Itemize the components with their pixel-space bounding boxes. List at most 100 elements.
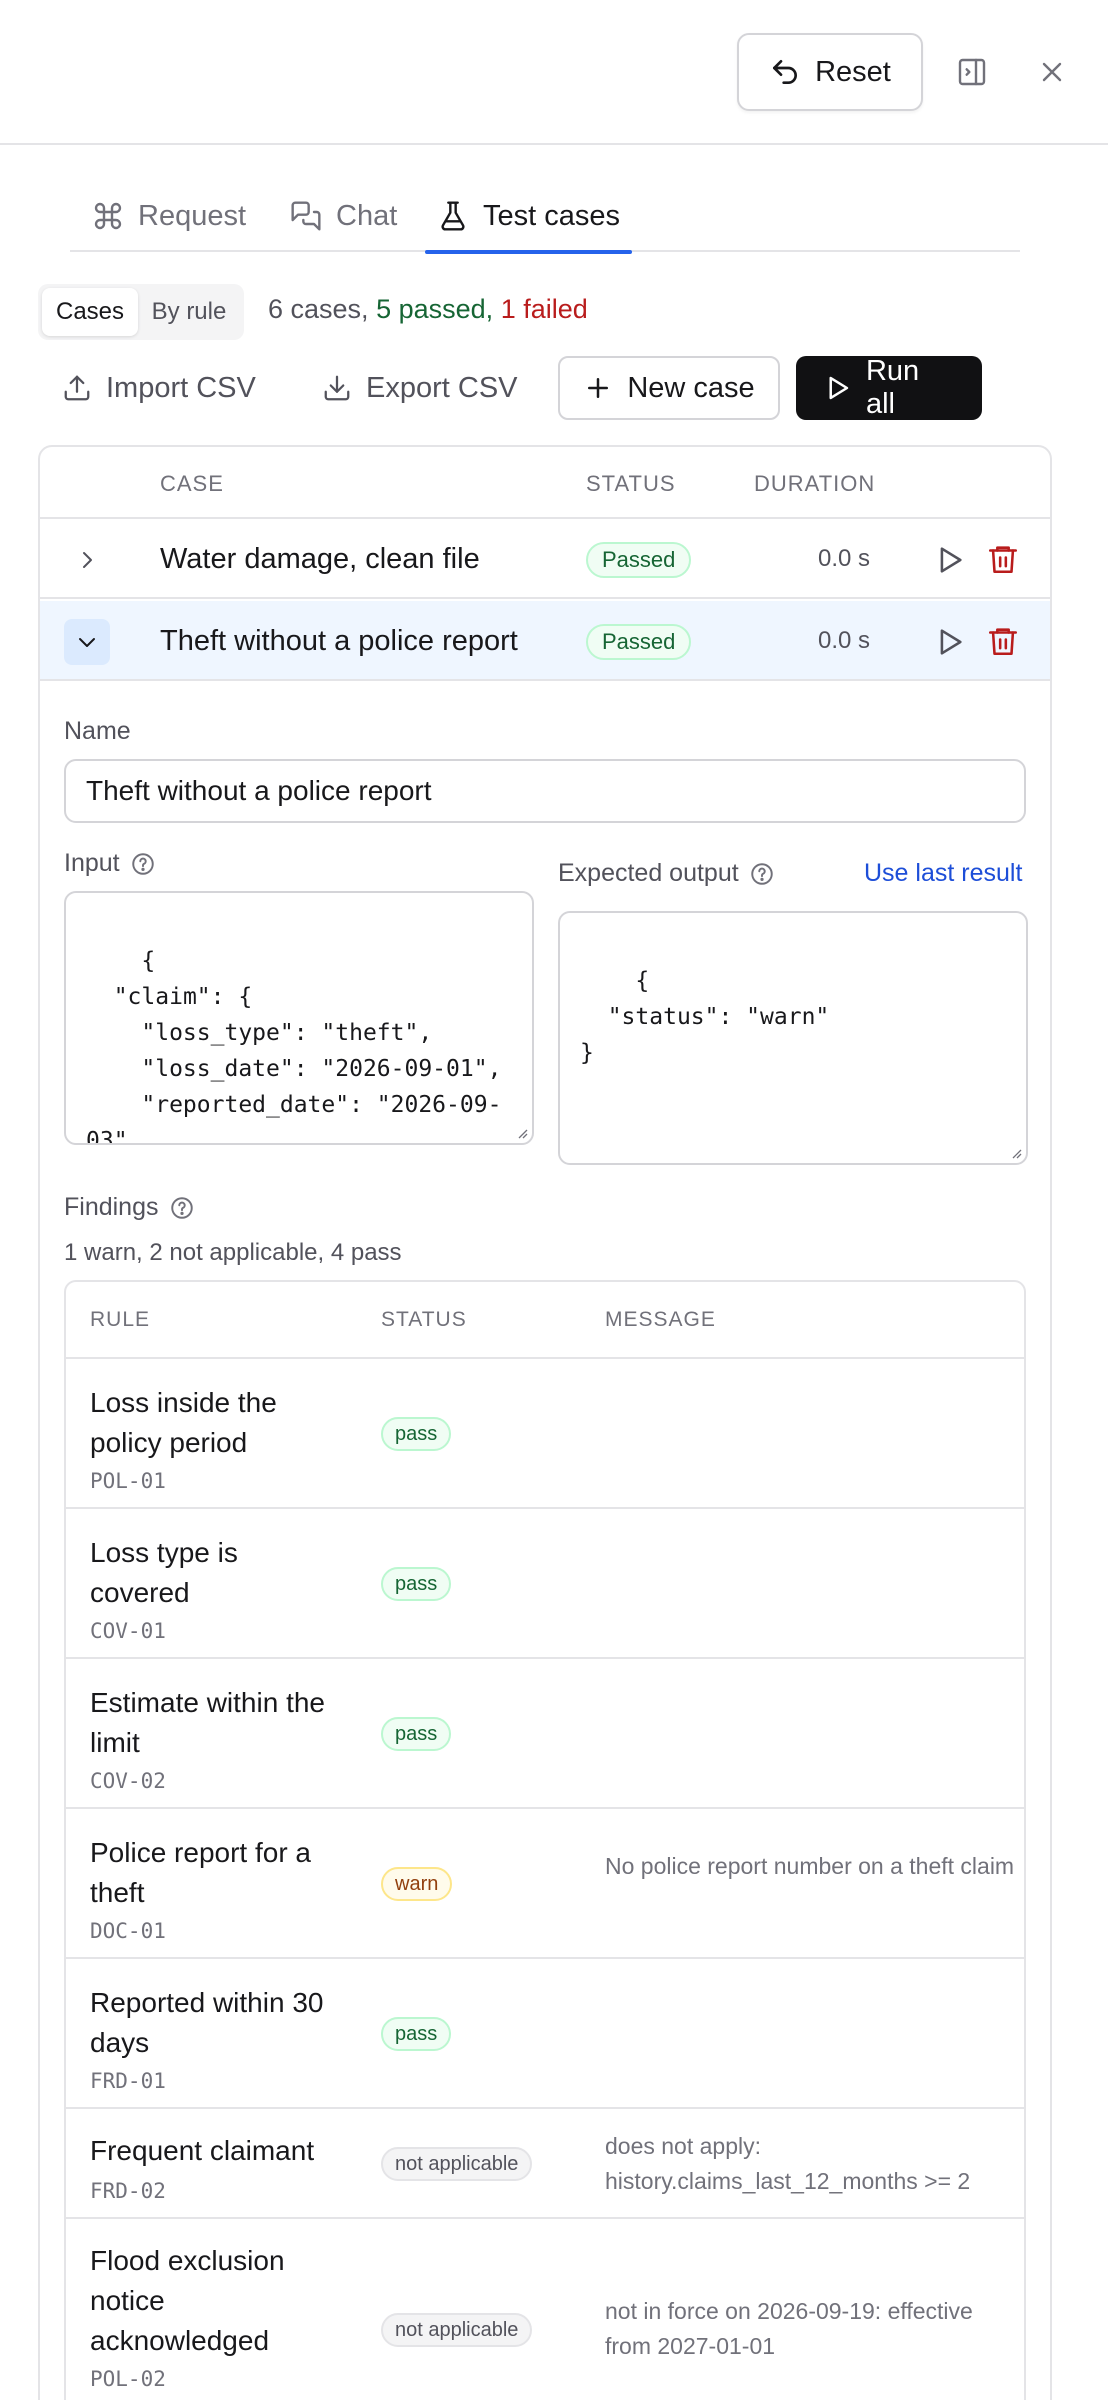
input-label-text: Input xyxy=(64,849,120,877)
tab-test-cases-label: Test cases xyxy=(483,199,620,232)
finding-message: not in force on 2026-09-19: effective fr… xyxy=(605,2298,973,2359)
table-row[interactable]: Water damage, clean file Passed 0.0 s xyxy=(40,519,1050,599)
tab-chat[interactable]: Chat xyxy=(278,180,409,252)
header-duration: DURATION xyxy=(754,471,876,496)
play-icon xyxy=(829,376,849,400)
rule-code: FRD-02 xyxy=(90,2179,166,2203)
rule-name: Loss type is covered xyxy=(90,1537,238,1608)
tab-request[interactable]: Request xyxy=(80,180,258,252)
new-case-button[interactable]: New case xyxy=(558,356,780,420)
use-last-result-link[interactable]: Use last result xyxy=(864,859,1022,888)
rule-name: Frequent claimant xyxy=(90,2135,315,2166)
name-label: Name xyxy=(64,717,131,745)
findings-header-status: STATUS xyxy=(381,1308,467,1331)
panel-icon xyxy=(958,58,986,86)
findings-label-text: Findings xyxy=(64,1193,159,1221)
trash-icon[interactable] xyxy=(986,541,1020,577)
collapse-button[interactable] xyxy=(64,619,110,665)
run-case-icon[interactable] xyxy=(932,625,966,659)
import-csv-label: Import CSV xyxy=(106,371,256,404)
finding-row: Loss type is covered COV-01 pass xyxy=(66,1507,1024,1657)
rule-name: Loss inside the policy period xyxy=(90,1387,277,1458)
finding-message: No police report number on a theft claim xyxy=(605,1853,1015,1879)
case-name: Water damage, clean file xyxy=(160,543,480,575)
tab-chat-label: Chat xyxy=(336,199,398,232)
input-label: Input xyxy=(64,849,156,878)
export-csv-label: Export CSV xyxy=(366,371,518,404)
run-case-icon[interactable] xyxy=(932,543,966,577)
input-json-textarea[interactable]: { "claim": { "loss_type": "theft", "loss… xyxy=(64,891,534,1145)
tab-test-cases[interactable]: Test cases xyxy=(425,180,632,254)
rule-name: Flood exclusion notice acknowledged xyxy=(90,2245,285,2356)
findings-header-message: MESSAGE xyxy=(605,1308,716,1331)
chat-icon xyxy=(291,201,321,231)
resize-handle-icon[interactable] xyxy=(514,1125,528,1139)
status-badge: warn xyxy=(381,1867,453,1901)
import-csv-button[interactable]: Import CSV xyxy=(62,356,256,420)
finding-row: Estimate within the limit COV-02 pass xyxy=(66,1657,1024,1807)
tab-request-label: Request xyxy=(138,199,247,232)
rule-name: Estimate within the limit xyxy=(90,1687,325,1758)
status-badge: Passed xyxy=(586,542,692,578)
findings-label: Findings xyxy=(64,1193,195,1222)
export-csv-button[interactable]: Export CSV xyxy=(322,356,518,420)
help-icon[interactable] xyxy=(749,861,775,887)
chevron-down-icon xyxy=(79,638,95,647)
rule-name: Reported within 30 days xyxy=(90,1987,324,2058)
rule-name: Police report for a theft xyxy=(90,1837,311,1908)
reset-button[interactable]: Reset xyxy=(737,33,923,111)
finding-message: does not apply: history.claims_last_12_m… xyxy=(605,2133,971,2194)
expand-button[interactable] xyxy=(64,537,110,583)
top-bar: Reset xyxy=(0,0,1108,145)
expected-output-textarea[interactable]: { "status": "warn" } xyxy=(558,911,1028,1165)
run-all-label: Run all xyxy=(865,355,920,420)
status-badge: pass xyxy=(381,1717,452,1751)
table-row[interactable]: Theft without a police report Passed 0.0… xyxy=(40,601,1050,681)
chevron-right-icon xyxy=(83,552,92,568)
duration: 0.0 s xyxy=(817,627,870,654)
finding-row: Loss inside the policy period POL-01 pas… xyxy=(66,1357,1024,1507)
plus-icon xyxy=(588,378,609,398)
help-icon[interactable] xyxy=(169,1195,195,1221)
case-name: Theft without a police report xyxy=(160,625,518,657)
duration: 0.0 s xyxy=(817,545,870,572)
header-case: CASE xyxy=(160,471,224,496)
summary-failed: 1 failed xyxy=(500,294,588,324)
status-badge: not applicable xyxy=(381,2147,533,2181)
download-icon xyxy=(324,375,350,401)
tab-bar: Request Chat Test cases xyxy=(70,180,1020,254)
cases-toggle[interactable]: Cases xyxy=(42,288,138,336)
help-icon[interactable] xyxy=(130,851,156,877)
case-summary: 6 cases, 5 passed, 1 failed xyxy=(268,294,588,325)
rule-code: FRD-01 xyxy=(90,2069,166,2093)
summary-passed: 5 passed, xyxy=(376,294,494,324)
resize-handle-icon[interactable] xyxy=(1008,1145,1022,1159)
finding-row: Police report for a theft DOC-01 warn No… xyxy=(66,1807,1024,1957)
finding-row: Frequent claimant FRD-02 not applicable … xyxy=(66,2107,1024,2217)
rule-code: POL-02 xyxy=(90,2367,166,2391)
view-toggle: Cases By rule xyxy=(38,284,244,340)
status-badge: pass xyxy=(381,2017,452,2051)
finding-row: Reported within 30 days FRD-01 pass xyxy=(66,1957,1024,2107)
trash-icon[interactable] xyxy=(986,623,1020,659)
by-rule-toggle[interactable]: By rule xyxy=(138,288,240,336)
rule-code: COV-02 xyxy=(90,1769,166,1793)
findings-summary: 1 warn, 2 not applicable, 4 pass xyxy=(64,1239,402,1266)
summary-total: 6 cases, xyxy=(268,294,369,324)
undo-icon xyxy=(773,60,798,84)
finding-row: Flood exclusion notice acknowledged POL-… xyxy=(66,2217,1024,2400)
expected-output-label: Expected output xyxy=(558,859,775,888)
status-badge: not applicable xyxy=(381,2313,533,2347)
close-icon xyxy=(1042,62,1062,82)
case-name-input[interactable]: Theft without a police report xyxy=(64,759,1026,823)
toggle-panel-button[interactable] xyxy=(950,50,994,94)
expected-output-label-text: Expected output xyxy=(558,859,739,887)
status-badge: pass xyxy=(381,1567,452,1601)
upload-icon xyxy=(64,375,90,401)
findings-table: RULE STATUS MESSAGE Loss inside the poli… xyxy=(64,1280,1026,2400)
input-json-text: { "claim": { "loss_type": "theft", "loss… xyxy=(86,948,502,1145)
run-all-button[interactable]: Run all xyxy=(796,355,982,420)
reset-label: Reset xyxy=(815,55,891,88)
close-button[interactable] xyxy=(1030,50,1074,94)
status-badge: pass xyxy=(381,1417,452,1451)
